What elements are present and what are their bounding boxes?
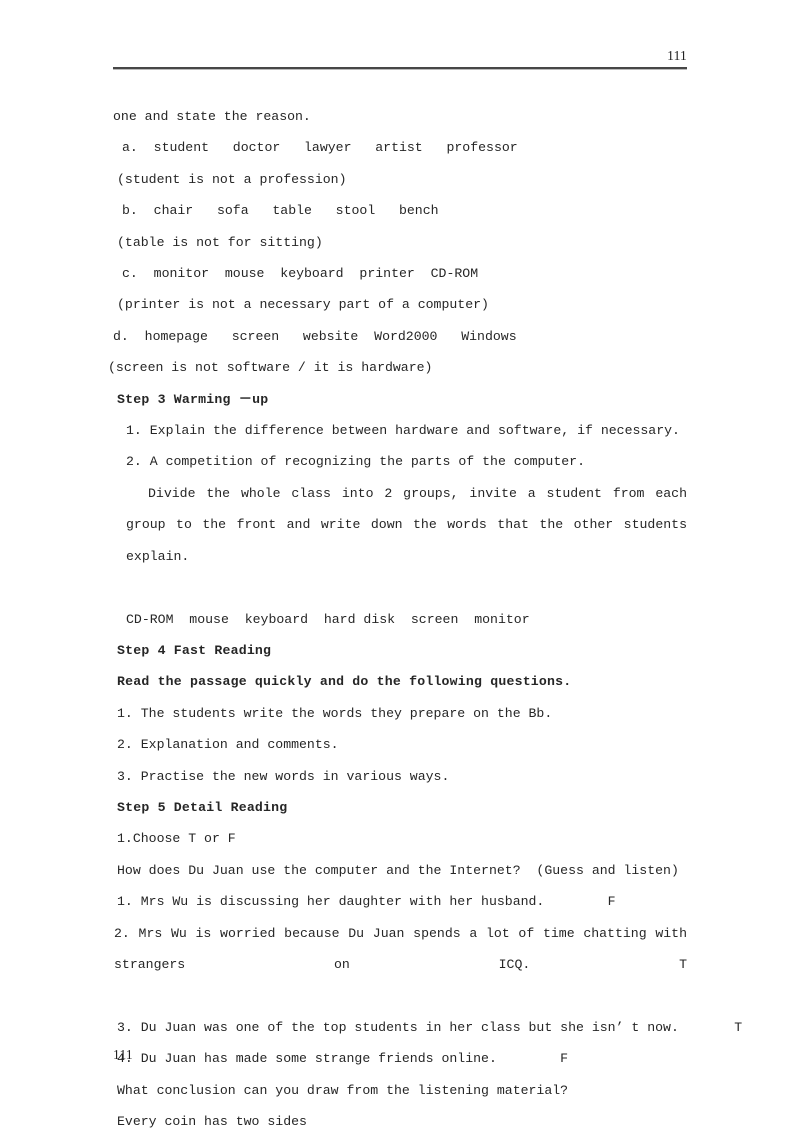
true-false-item-3: 3. Du Juan was one of the top students i… (117, 1019, 743, 1035)
step-3-word-list: CD-ROM mouse keyboard hard disk screen m… (126, 611, 530, 627)
step-4-item-3: 3. Practise the new words in various way… (117, 768, 450, 784)
step-3-activity-paragraph: Divide the whole class into 2 groups, in… (113, 478, 687, 604)
intro-line: one and state the reason. (113, 109, 311, 124)
choice-item-d: d. homepage screen website Word2000 Wind… (113, 328, 517, 344)
step-4-heading: Step 4 Fast Reading (117, 642, 272, 658)
true-false-item-2: 2. Mrs Wu is worried because Du Juan spe… (113, 918, 687, 1012)
footer-page-number: 111 (113, 1047, 133, 1062)
document-page: 111 one and state the reason. a. student… (0, 0, 800, 1132)
step-5-subheading: 1.Choose T or F (117, 831, 236, 847)
document-body: one and state the reason. a. student doc… (108, 101, 743, 1137)
step-3-item-1: 1. Explain the difference between hardwa… (126, 423, 680, 439)
step-3-heading: Step 3 Warming －up (117, 391, 269, 407)
step-3-activity-text: Divide the whole class into 2 groups, in… (126, 485, 687, 564)
choice-item-d-note: (screen is not software / it is hardware… (108, 360, 433, 376)
choice-item-a-note: (student is not a profession) (117, 171, 347, 187)
choice-item-c: c. monitor mouse keyboard printer CD-ROM (122, 266, 479, 282)
true-false-item-2-text: 2. Mrs Wu is worried because Du Juan spe… (114, 925, 687, 972)
page-header: 111 (113, 48, 687, 70)
step-4-instruction: Read the passage quickly and do the foll… (117, 674, 572, 690)
choice-item-a: a. student doctor lawyer artist professo… (122, 140, 518, 156)
conclusion-answer: Every coin has two sides (117, 1114, 307, 1129)
step-5-question: How does Du Juan use the computer and th… (117, 862, 679, 878)
step-4-item-2: 2. Explanation and comments. (117, 737, 339, 753)
true-false-item-1: 1. Mrs Wu is discussing her daughter wit… (117, 894, 616, 910)
step-3-item-2: 2. A competition of recognizing the part… (126, 454, 585, 470)
step-4-item-1: 1. The students write the words they pre… (117, 705, 553, 721)
choice-item-c-note: (printer is not a necessary part of a co… (117, 297, 489, 313)
choice-item-b: b. chair sofa table stool bench (122, 203, 439, 219)
choice-item-b-note: (table is not for sitting) (117, 234, 323, 250)
header-page-number: 111 (667, 48, 687, 63)
conclusion-question: What conclusion can you draw from the li… (117, 1082, 569, 1098)
step-5-heading: Step 5 Detail Reading (117, 799, 288, 815)
true-false-item-4: 4. Du Juan has made some strange friends… (117, 1051, 569, 1067)
header-divider-rule (113, 67, 687, 70)
